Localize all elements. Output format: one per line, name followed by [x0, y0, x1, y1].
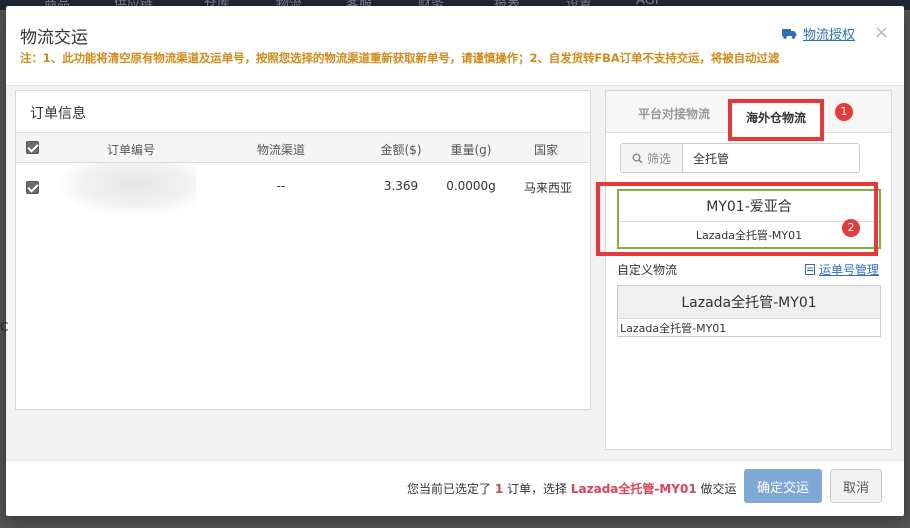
card-channel-row: Lazada全托管-MY01: [618, 318, 880, 336]
bg-side-text: C: [0, 320, 9, 334]
column-header-country: 国家: [533, 143, 558, 157]
column-header-channel: 物流渠道: [256, 143, 305, 157]
step-badge-2: 2: [842, 219, 860, 237]
cell-weight: 0.0000g: [446, 179, 496, 193]
confirm-dispatch-button[interactable]: 确定交运: [744, 469, 822, 503]
tab-platform-logistics[interactable]: 平台对接物流: [636, 105, 712, 122]
selected-count: 1: [494, 482, 504, 496]
document-icon: [805, 264, 815, 275]
row-checkbox[interactable]: [26, 181, 39, 194]
custom-logistics-label: 自定义物流: [617, 263, 678, 277]
logistics-auth-label: 物流授权: [803, 28, 856, 43]
summary-suffix: 做交运: [700, 482, 737, 496]
cell-country: 马来西亚: [523, 181, 572, 195]
logistics-auth-link[interactable]: 物流授权: [782, 24, 855, 43]
warning-note: 注：1、此功能将清空原有物流渠道及运单号，按照您选择的物流渠道重新获取新单号，请…: [20, 51, 780, 65]
filter-label: 筛选: [621, 144, 683, 172]
order-table-header: 订单编号 物流渠道 金额($) 重量(g) 国家: [16, 133, 590, 163]
modal-title: 物流交运: [20, 28, 88, 48]
channel-card[interactable]: Lazada全托管-MY01 Lazada全托管-MY01: [617, 285, 881, 337]
order-number-blurred: [60, 163, 196, 215]
filter-label-text: 筛选: [646, 151, 671, 166]
column-header-weight: 重量(g): [450, 143, 492, 157]
highlight-box-tab: [728, 99, 824, 141]
filter-input[interactable]: [683, 144, 859, 172]
order-panel-title: 订单信息: [30, 106, 86, 122]
waybill-management-link[interactable]: 运单号管理: [805, 261, 879, 278]
card-title-row: Lazada全托管-MY01: [618, 286, 880, 318]
select-all-checkbox[interactable]: [26, 141, 39, 154]
order-info-panel: 订单信息 订单编号 物流渠道 金额($) 重量(g) 国家 -- 3.369 0…: [15, 90, 591, 410]
highlight-box-card: [596, 182, 878, 256]
cancel-button[interactable]: 取消: [830, 469, 882, 503]
summary-mid: 订单，选择: [507, 482, 568, 496]
cell-channel: --: [276, 179, 286, 193]
summary-prefix: 您当前已选定了: [407, 482, 492, 496]
selection-summary: 您当前已选定了 1 订单，选择 Lazada全托管-MY01 做交运: [407, 480, 737, 497]
column-header-order-no: 订单编号: [106, 143, 155, 157]
card-title: Lazada全托管-MY01: [681, 295, 817, 311]
card-channel: Lazada全托管-MY01: [620, 321, 727, 335]
footer-divider: [6, 460, 904, 461]
selected-channel: Lazada全托管-MY01: [570, 482, 697, 496]
truck-icon: [782, 29, 797, 39]
close-icon[interactable]: ×: [874, 22, 889, 43]
filter-box: 筛选: [620, 143, 860, 173]
logistics-dispatch-modal: 物流交运 物流授权 × 注：1、此功能将清空原有物流渠道及运单号，按照您选择的物…: [6, 6, 904, 516]
waybill-link-label: 运单号管理: [819, 263, 880, 277]
search-icon: [632, 153, 643, 164]
cell-amount: 3.369: [383, 179, 419, 193]
shipping-channel-panel: 平台对接物流 海外仓物流 1 筛选 MY01-爱亚合: [596, 90, 892, 450]
step-badge-1: 1: [835, 103, 853, 121]
column-header-amount: 金额($): [380, 143, 422, 157]
